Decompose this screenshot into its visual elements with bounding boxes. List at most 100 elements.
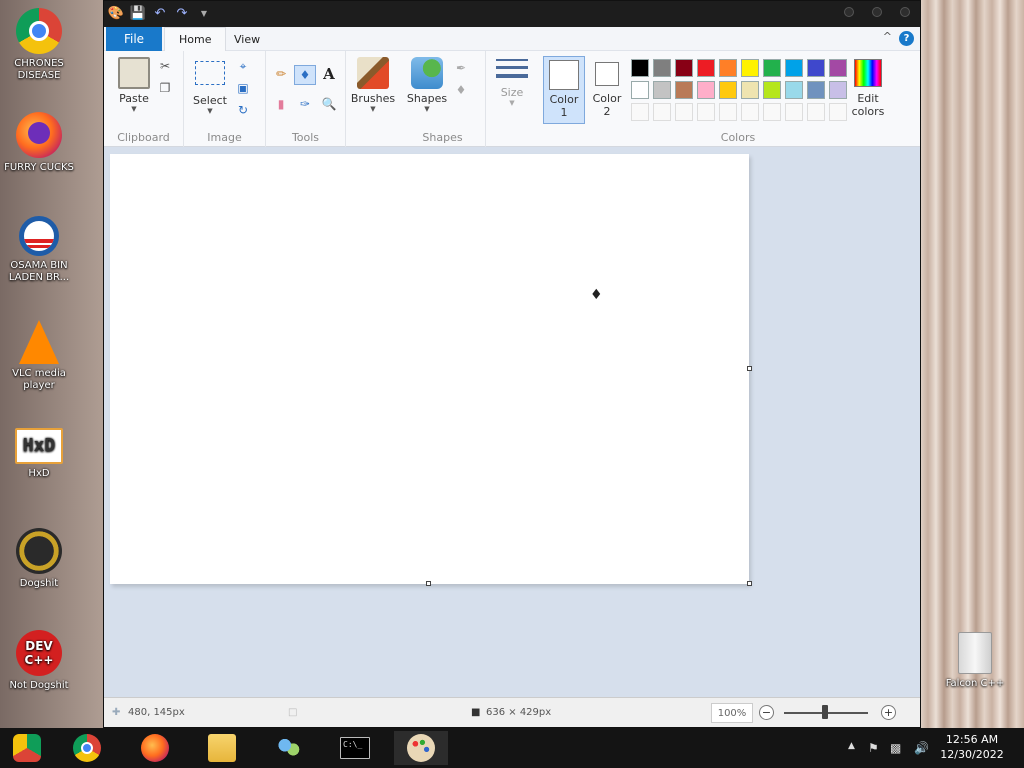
custom-color-slot[interactable] bbox=[653, 103, 671, 121]
close-button[interactable] bbox=[900, 7, 910, 17]
brushes-button[interactable]: Brushes ▼ bbox=[350, 57, 396, 113]
taskbar-chrome-alt[interactable] bbox=[0, 731, 54, 765]
color-swatch[interactable] bbox=[653, 59, 671, 77]
color-swatch[interactable] bbox=[763, 59, 781, 77]
desk-icon-dogshit[interactable]: Dogshit bbox=[0, 528, 78, 590]
outline-icon[interactable]: ✒ bbox=[452, 59, 470, 77]
tab-home[interactable]: Home bbox=[164, 27, 227, 51]
color2-button[interactable]: Color 2 bbox=[587, 59, 627, 118]
shapes-button[interactable]: Shapes ▼ bbox=[404, 57, 450, 113]
pencil-icon[interactable]: ✏ bbox=[272, 65, 290, 83]
color-swatch[interactable] bbox=[829, 81, 847, 99]
color-swatch[interactable] bbox=[785, 59, 803, 77]
zoom-slider-thumb[interactable] bbox=[822, 705, 828, 719]
volume-icon[interactable]: 🔊 bbox=[914, 741, 929, 755]
desk-icon-falcon[interactable]: Falcon C++ bbox=[936, 632, 1014, 690]
clock[interactable]: 12:56 AM 12/30/2022 bbox=[936, 732, 1008, 762]
redo-icon[interactable]: ↷ bbox=[174, 5, 190, 21]
taskbar-people[interactable] bbox=[262, 731, 316, 765]
color-swatch[interactable] bbox=[741, 59, 759, 77]
selection-size-icon: □ bbox=[288, 707, 298, 718]
maximize-button[interactable] bbox=[872, 7, 882, 17]
paste-button[interactable]: Paste ▼ bbox=[112, 57, 156, 113]
taskbar-paint[interactable] bbox=[394, 731, 448, 765]
customize-qa-chevron-icon[interactable]: ▼ bbox=[196, 5, 212, 21]
select-button[interactable]: Select ▼ bbox=[190, 61, 230, 115]
color1-button[interactable]: Color 1 bbox=[543, 56, 585, 124]
custom-color-slot[interactable] bbox=[675, 103, 693, 121]
desk-icon-osama[interactable]: OSAMA BIN LADEN BR... bbox=[0, 216, 78, 284]
color-picker-icon[interactable]: ✑ bbox=[296, 95, 314, 113]
desk-icon-hxd[interactable]: HxD HxD bbox=[0, 428, 78, 480]
color-swatch[interactable] bbox=[807, 59, 825, 77]
file-tab[interactable]: File bbox=[106, 27, 162, 51]
color-swatch[interactable] bbox=[697, 81, 715, 99]
flag-icon[interactable]: ⚑ bbox=[868, 741, 879, 755]
desk-icon-furry-cucks[interactable]: FURRY CUCKS bbox=[0, 112, 78, 174]
paint-app-icon[interactable]: 🎨 bbox=[108, 5, 124, 21]
magnifier-icon[interactable]: 🔍 bbox=[320, 95, 338, 113]
zoom-in-button[interactable]: + bbox=[881, 705, 896, 720]
color-swatch[interactable] bbox=[763, 81, 781, 99]
fill-bucket-icon[interactable]: ♦ bbox=[294, 65, 316, 85]
custom-color-slot[interactable] bbox=[697, 103, 715, 121]
copy-icon[interactable]: ❐ bbox=[156, 79, 174, 97]
crop-icon[interactable]: ⌖ bbox=[234, 57, 252, 75]
desk-icon-vlc[interactable]: VLC media player bbox=[0, 320, 78, 392]
chrome-icon bbox=[73, 734, 101, 762]
taskbar-firefox[interactable] bbox=[128, 731, 182, 765]
brush-icon bbox=[357, 57, 389, 89]
color-swatch[interactable] bbox=[675, 59, 693, 77]
text-tool-icon[interactable]: A bbox=[320, 65, 338, 83]
resize-handle-bottom[interactable] bbox=[426, 581, 431, 586]
resize-handle-corner[interactable] bbox=[747, 581, 752, 586]
color-swatch[interactable] bbox=[631, 81, 649, 99]
custom-color-slot[interactable] bbox=[631, 103, 649, 121]
collapse-ribbon-icon[interactable]: ^ bbox=[883, 30, 892, 43]
color-swatch[interactable] bbox=[829, 59, 847, 77]
size-button[interactable]: Size ▼ bbox=[492, 59, 532, 107]
zoom-out-button[interactable]: − bbox=[759, 705, 774, 720]
minimize-button[interactable] bbox=[844, 7, 854, 17]
cut-icon[interactable]: ✂ bbox=[156, 57, 174, 75]
color-swatch[interactable] bbox=[631, 59, 649, 77]
color-swatch[interactable] bbox=[719, 81, 737, 99]
color-swatch[interactable] bbox=[741, 81, 759, 99]
tab-view[interactable]: View bbox=[220, 27, 274, 51]
network-icon[interactable]: ▩ bbox=[890, 741, 901, 755]
devcpp-icon: DEV C++ bbox=[16, 630, 62, 676]
custom-color-slot[interactable] bbox=[719, 103, 737, 121]
resize-icon[interactable]: ▣ bbox=[234, 79, 252, 97]
save-icon[interactable]: 💾 bbox=[130, 5, 146, 21]
image-group: Select ▼ ⌖ ▣ ↻ Image bbox=[184, 51, 266, 147]
custom-color-slot[interactable] bbox=[785, 103, 803, 121]
resize-handle-right[interactable] bbox=[747, 366, 752, 371]
taskbar-cmd[interactable]: C:\_ bbox=[328, 731, 382, 765]
color-swatch[interactable] bbox=[719, 59, 737, 77]
undo-icon[interactable]: ↶ bbox=[152, 5, 168, 21]
color-swatch[interactable] bbox=[653, 81, 671, 99]
color-swatch[interactable] bbox=[785, 81, 803, 99]
color-swatch[interactable] bbox=[675, 81, 693, 99]
custom-color-slot[interactable] bbox=[763, 103, 781, 121]
custom-color-slot[interactable] bbox=[741, 103, 759, 121]
fill-icon[interactable]: ♦ bbox=[452, 81, 470, 99]
rainbow-icon bbox=[854, 59, 882, 87]
chrome-alt-icon bbox=[13, 734, 41, 762]
show-hidden-icons-chevron-icon[interactable]: ▲ bbox=[848, 741, 855, 751]
help-button[interactable]: ? bbox=[899, 31, 914, 46]
color-swatch[interactable] bbox=[807, 81, 825, 99]
eraser-icon[interactable]: ▮ bbox=[272, 95, 290, 113]
drawing-canvas[interactable] bbox=[110, 154, 749, 584]
custom-color-slot[interactable] bbox=[807, 103, 825, 121]
color-swatch[interactable] bbox=[697, 59, 715, 77]
obama-logo-icon bbox=[19, 216, 59, 256]
rotate-icon[interactable]: ↻ bbox=[234, 101, 252, 119]
taskbar-chrome[interactable] bbox=[60, 731, 114, 765]
custom-color-slot[interactable] bbox=[829, 103, 847, 121]
edit-colors-button[interactable]: Edit colors bbox=[848, 59, 888, 118]
desk-icon-not-dogshit[interactable]: DEV C++ Not Dogshit bbox=[0, 630, 78, 692]
taskbar-file-explorer[interactable] bbox=[195, 731, 249, 765]
desk-icon-chrones-disease[interactable]: CHRONES DISEASE bbox=[0, 8, 78, 82]
shapes-icon bbox=[411, 57, 443, 89]
